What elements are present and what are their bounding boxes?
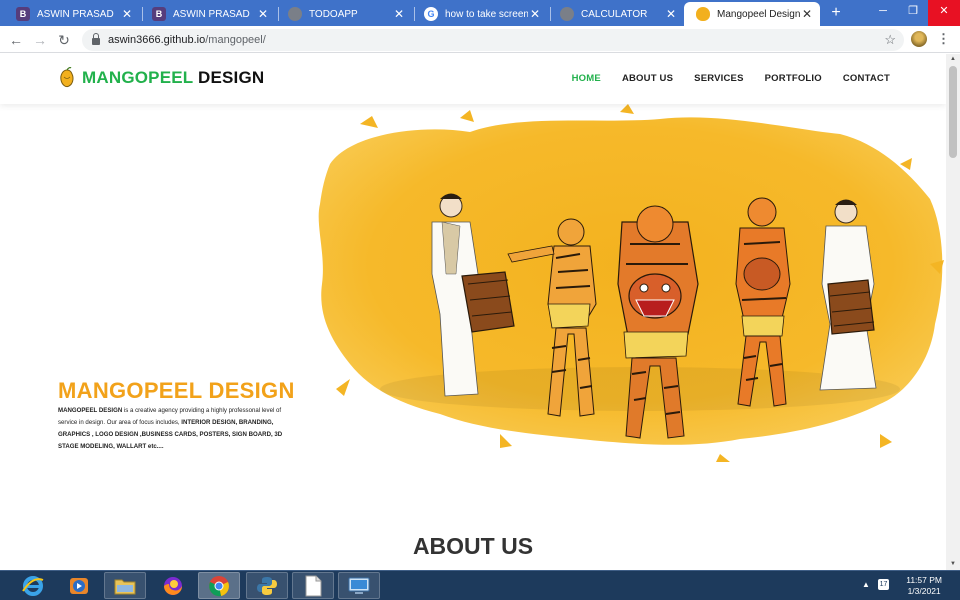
close-tab-icon[interactable]: ✕: [664, 7, 678, 21]
tab-todoapp[interactable]: TODOAPP ✕: [276, 2, 412, 26]
site-logo[interactable]: MANGOPEEL DESIGN: [58, 67, 264, 89]
mango-icon: [696, 7, 710, 21]
folder-glyph: [114, 579, 136, 594]
tab-calculator[interactable]: CALCULATOR ✕: [548, 2, 684, 26]
close-window-button[interactable]: ✕: [928, 0, 960, 26]
notepad-icon[interactable]: [292, 572, 334, 599]
tab-title: ASWIN PRASAD: [173, 8, 250, 20]
reload-button[interactable]: ↻: [54, 30, 74, 50]
address-bar[interactable]: aswin3666.github.io/mangopeel/ ☆: [82, 29, 904, 51]
back-button[interactable]: ←: [6, 30, 26, 50]
system-clock[interactable]: 11:57 PM 1/3/2021: [906, 575, 942, 597]
document-glyph: [305, 575, 322, 596]
restore-button[interactable]: ❐: [898, 0, 928, 26]
tab-strip: B ASWIN PRASAD ✕ B ASWIN PRASAD ✕ TODOAP…: [0, 0, 960, 26]
firefox-glyph: [164, 576, 182, 595]
brand-name: MANGOPEEL DESIGN: [82, 68, 264, 88]
tab-title: how to take screensh: [445, 8, 528, 20]
globe-icon: [560, 7, 574, 21]
forward-button[interactable]: →: [30, 30, 50, 50]
tab-title: ASWIN PRASAD: [37, 8, 114, 20]
new-tab-button[interactable]: +: [826, 3, 846, 23]
scroll-up-arrow-icon[interactable]: ▲: [949, 55, 957, 63]
clock-date: 1/3/2021: [907, 586, 941, 596]
internet-explorer-glyph: [22, 575, 44, 596]
tab-title: Mangopeel Design: [717, 8, 800, 20]
chrome-glyph: [209, 575, 229, 596]
python-icon[interactable]: [246, 572, 288, 599]
windows-taskbar: ▲ 17 11:57 PM 1/3/2021: [0, 570, 960, 600]
page-viewport: MANGOPEEL DESIGN HOME ABOUT US SERVICES …: [0, 54, 946, 570]
media-player-glyph: [70, 577, 88, 594]
scrollbar-thumb[interactable]: [949, 66, 957, 158]
close-tab-icon[interactable]: ✕: [120, 7, 134, 21]
remote-desktop-icon[interactable]: [338, 572, 380, 599]
url-host: aswin3666.github.io: [108, 34, 206, 46]
show-hidden-icons-icon[interactable]: ▲: [862, 580, 870, 589]
internet-explorer-icon[interactable]: [12, 572, 54, 599]
mango-logo-icon: [60, 67, 74, 88]
close-tab-icon[interactable]: ✕: [256, 7, 270, 21]
site-header: MANGOPEEL DESIGN HOME ABOUT US SERVICES …: [0, 54, 946, 104]
hero-desc-brand: MANGOPEEL DESIGN: [58, 407, 123, 414]
nav-contact[interactable]: CONTACT: [843, 73, 890, 84]
minimize-button[interactable]: ─: [868, 0, 898, 26]
close-tab-icon[interactable]: ✕: [392, 7, 406, 21]
browser-menu-icon[interactable]: ⋮: [937, 30, 950, 48]
url-path: /mangopeel/: [205, 34, 266, 46]
bootstrap-icon: B: [152, 7, 166, 21]
main-nav: HOME ABOUT US SERVICES PORTFOLIO CONTACT: [551, 73, 890, 84]
tab-google-search[interactable]: G how to take screensh ✕: [412, 2, 548, 26]
firefox-icon[interactable]: [152, 572, 194, 599]
bookmark-star-icon[interactable]: ☆: [884, 32, 896, 48]
media-player-icon[interactable]: [58, 572, 100, 599]
hero-title: MANGOPEEL DESIGN: [58, 378, 295, 403]
nav-about-us[interactable]: ABOUT US: [622, 73, 673, 84]
calendar-icon[interactable]: 17: [878, 579, 889, 590]
bootstrap-icon: B: [16, 7, 30, 21]
nav-portfolio[interactable]: PORTFOLIO: [765, 73, 822, 84]
profile-avatar[interactable]: [911, 31, 927, 47]
hero-section: MANGOPEEL DESIGN MANGOPEEL DESIGN is a c…: [0, 104, 946, 464]
clock-time: 11:57 PM: [906, 575, 942, 585]
nav-home[interactable]: HOME: [572, 73, 601, 84]
close-tab-icon[interactable]: ✕: [800, 7, 814, 21]
python-glyph: [257, 576, 277, 595]
monitor-glyph: [348, 577, 370, 594]
scroll-down-arrow-icon[interactable]: ▼: [949, 560, 957, 568]
tab-aswin-prasad-2[interactable]: B ASWIN PRASAD ✕: [140, 2, 276, 26]
tab-mangopeel-design[interactable]: Mangopeel Design ✕: [684, 2, 820, 26]
globe-icon: [288, 7, 302, 21]
page-scrollbar[interactable]: ▲ ▼: [946, 54, 960, 570]
close-tab-icon[interactable]: ✕: [528, 7, 542, 21]
brand-name-green: MANGOPEEL: [82, 68, 194, 87]
nav-services[interactable]: SERVICES: [694, 73, 743, 84]
tab-title: TODOAPP: [309, 8, 358, 20]
lock-icon: [92, 33, 100, 45]
tab-title: CALCULATOR: [581, 8, 648, 20]
browser-toolbar: ← → ↻ aswin3666.github.io/mangopeel/ ☆: [0, 26, 960, 53]
hero-description: MANGOPEEL DESIGN is a creative agency pr…: [58, 405, 300, 453]
chrome-icon[interactable]: [198, 572, 240, 599]
google-icon: G: [424, 7, 438, 21]
url-text: aswin3666.github.io/mangopeel/: [108, 34, 266, 46]
brand-name-dark: DESIGN: [198, 68, 265, 87]
tab-aswin-prasad-1[interactable]: B ASWIN PRASAD ✕: [4, 2, 140, 26]
about-us-heading: ABOUT US: [412, 533, 534, 559]
file-explorer-icon[interactable]: [104, 572, 146, 599]
